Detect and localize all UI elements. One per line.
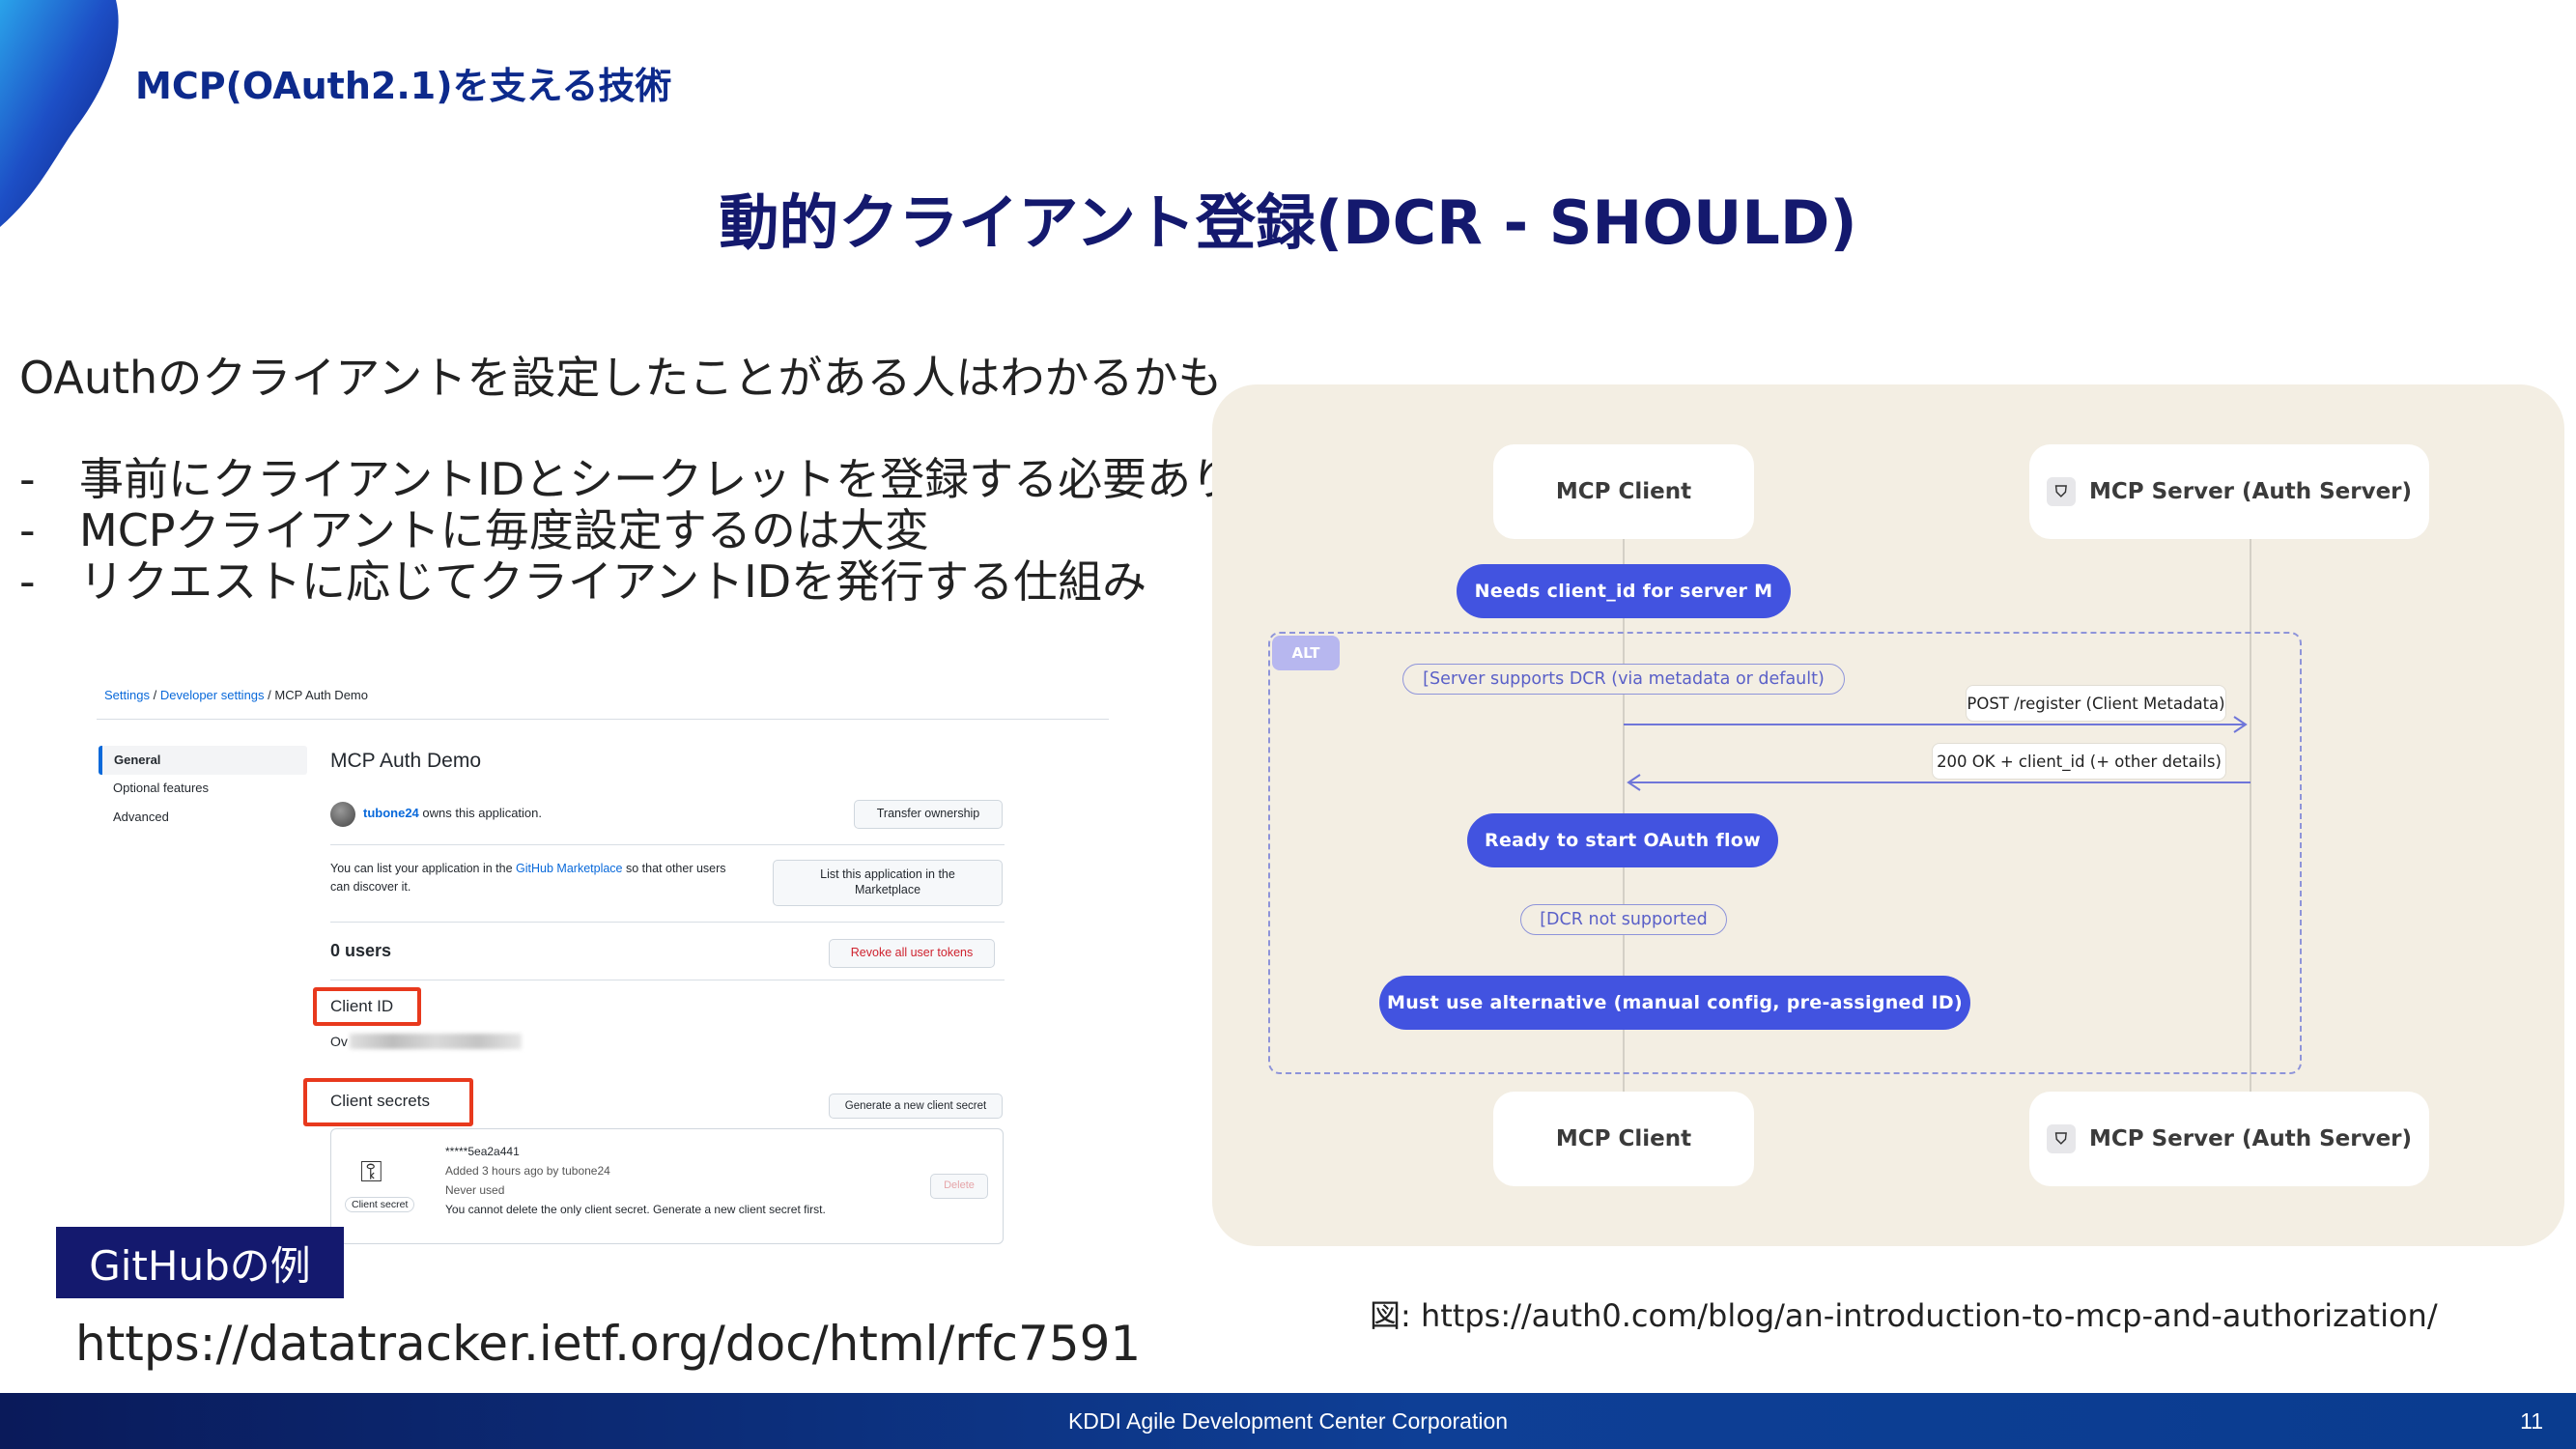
marketplace-link[interactable]: GitHub Marketplace <box>516 862 622 875</box>
bullet-text: リクエストに応じてクライアントIDを発行する仕組み <box>79 555 1147 608</box>
secret-masked: *****5ea2a441 <box>445 1145 520 1158</box>
secret-usage: Never used <box>445 1183 505 1197</box>
list-in-marketplace-button[interactable]: List this application in the Marketplace <box>773 860 1003 906</box>
github-example-caption: GitHubの例 <box>56 1227 344 1298</box>
marketplace-text-part: so that other users <box>626 862 726 875</box>
slide-title: 動的クライアント登録(DCR - SHOULD) <box>719 187 1857 258</box>
breadcrumb-developer-settings[interactable]: Developer settings <box>160 688 265 702</box>
alt-tag: ALT <box>1272 636 1340 670</box>
mcp-server-box-bottom: ⛉ MCP Server (Auth Server) <box>2029 1092 2429 1186</box>
condition-dcr-not-supported: [DCR not supported <box>1520 904 1727 935</box>
marketplace-text-part: You can list your application in the <box>330 862 513 875</box>
intro-text: OAuthのクライアントを設定したことがある人はわかるかも <box>19 352 1223 404</box>
generate-secret-button[interactable]: Generate a new client secret <box>829 1094 1003 1119</box>
footer-company: KDDI Agile Development Center Corporatio… <box>1067 1408 1509 1434</box>
secret-icon-label: Client secret <box>345 1197 415 1212</box>
owner-text: owns this application. <box>422 806 542 820</box>
secret-added: Added 3 hours ago by tubone24 <box>445 1164 610 1178</box>
nav-item-optional-features[interactable]: Optional features <box>113 781 209 795</box>
github-app-settings-screenshot: Settings / Developer settings / MCP Auth… <box>97 667 1111 1246</box>
avatar <box>330 802 355 827</box>
server-label: MCP Server (Auth Server) <box>2088 1126 2413 1151</box>
highlight-box <box>303 1078 473 1126</box>
ready-oauth-note: Ready to start OAuth flow <box>1467 813 1778 867</box>
nav-item-general[interactable]: General <box>99 746 307 775</box>
mcp-client-box-top: MCP Client <box>1493 444 1754 539</box>
register-response-message: 200 OK + client_id (+ other details) <box>1932 743 2226 780</box>
server-label: MCP Server (Auth Server) <box>2088 479 2413 504</box>
breadcrumb-separator: / <box>153 688 157 702</box>
mcp-client-box-bottom: MCP Client <box>1493 1092 1754 1186</box>
register-request-message: POST /register (Client Metadata) <box>1966 685 2226 722</box>
secret-note: You cannot delete the only client secret… <box>445 1203 826 1216</box>
owner-line: tubone24 owns this application. <box>363 806 542 820</box>
breadcrumb-current: MCP Auth Demo <box>274 688 368 702</box>
app-title: MCP Auth Demo <box>330 750 482 772</box>
transfer-ownership-button[interactable]: Transfer ownership <box>854 800 1003 829</box>
breadcrumb-settings[interactable]: Settings <box>104 688 150 702</box>
breadcrumb: Settings / Developer settings / MCP Auth… <box>104 688 368 702</box>
delete-secret-button[interactable]: Delete <box>930 1174 988 1199</box>
figure-caption: 図: https://auth0.com/blog/an-introductio… <box>1370 1297 2438 1334</box>
nav-item-label: General <box>114 753 161 767</box>
rfc-link[interactable]: https://datatracker.ietf.org/doc/html/rf… <box>75 1316 1141 1372</box>
client-secret-card: ⚿ Client secret *****5ea2a441 Added 3 ho… <box>330 1128 1004 1244</box>
bullet-marker: - <box>19 555 36 608</box>
condition-dcr-supported: [Server supports DCR (via metadata or de… <box>1402 664 1845 695</box>
revoke-tokens-button[interactable]: Revoke all user tokens <box>829 939 995 968</box>
bullet-item: - リクエストに応じてクライアントIDを発行する仕組み <box>19 547 1146 611</box>
owner-link[interactable]: tubone24 <box>363 806 419 820</box>
client-id-value: Ov <box>330 1034 348 1049</box>
dcr-sequence-diagram: MCP Client ⛉ MCP Server (Auth Server) Nee… <box>1212 384 2564 1246</box>
section-title: MCP(OAuth2.1)を支える技術 <box>135 65 672 107</box>
mcp-server-box-top: ⛉ MCP Server (Auth Server) <box>2029 444 2429 539</box>
nav-item-advanced[interactable]: Advanced <box>113 810 169 824</box>
needs-client-id-note: Needs client_id for server M <box>1457 564 1791 618</box>
marketplace-text: You can list your application in the Git… <box>330 860 726 896</box>
highlight-box <box>313 987 421 1026</box>
shield-icon: ⛉ <box>2046 1124 2076 1153</box>
client-id-blurred <box>350 1034 522 1049</box>
page-number: 11 <box>2520 1408 2543 1434</box>
users-count: 0 users <box>330 941 392 960</box>
key-icon: ⚿ <box>360 1156 382 1188</box>
shield-icon: ⛉ <box>2046 477 2076 506</box>
marketplace-text-part: can discover it. <box>330 879 411 894</box>
manual-config-note: Must use alternative (manual config, pre… <box>1379 976 1970 1030</box>
breadcrumb-separator: / <box>268 688 271 702</box>
